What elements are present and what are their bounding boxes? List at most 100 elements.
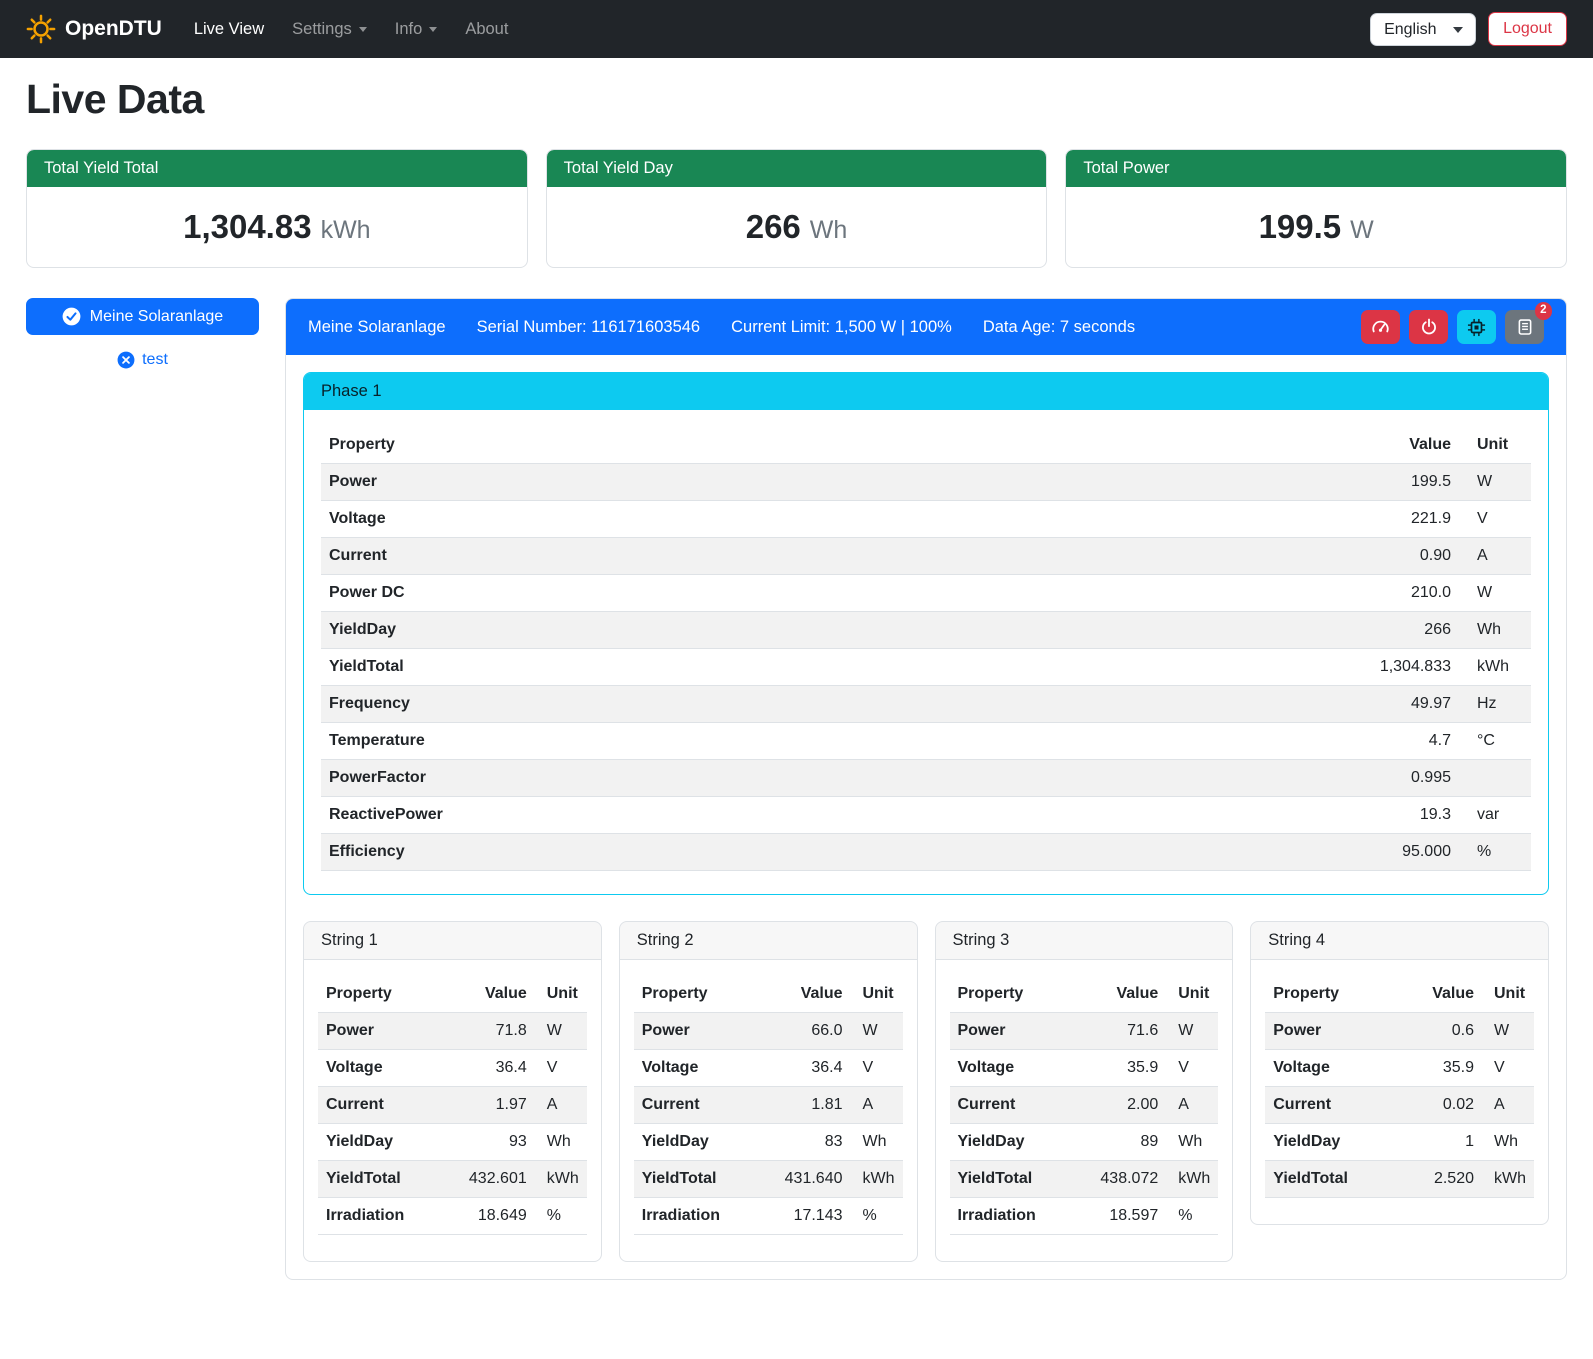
column-header-unit: Unit bbox=[1166, 976, 1218, 1013]
strings-row: String 1 Property Value Unit bbox=[303, 921, 1549, 1262]
cell-value: 0.995 bbox=[1299, 760, 1459, 797]
chevron-down-icon bbox=[359, 27, 367, 32]
table-row: Irradiation18.649% bbox=[318, 1198, 587, 1235]
table-row: Voltage221.9V bbox=[321, 501, 1531, 538]
table-row: Irradiation17.143% bbox=[634, 1198, 903, 1235]
cell-property: Voltage bbox=[1265, 1050, 1406, 1087]
cell-unit: Wh bbox=[851, 1124, 903, 1161]
column-header-property: Property bbox=[321, 427, 1299, 464]
cell-value: 35.9 bbox=[1090, 1050, 1166, 1087]
table-row: Power66.0W bbox=[634, 1013, 903, 1050]
cell-unit: Wh bbox=[1459, 612, 1531, 649]
cell-value: 1.97 bbox=[459, 1087, 535, 1124]
language-select[interactable]: English bbox=[1370, 13, 1476, 46]
inverter-select-button[interactable]: Meine Solaranlage bbox=[26, 298, 259, 335]
power-icon bbox=[1420, 318, 1438, 336]
logout-button[interactable]: Logout bbox=[1488, 12, 1567, 46]
table-row: Temperature4.7°C bbox=[321, 723, 1531, 760]
power-toggle-button[interactable] bbox=[1409, 310, 1448, 344]
cell-property: YieldDay bbox=[321, 612, 1299, 649]
cell-unit: Wh bbox=[1482, 1124, 1534, 1161]
cell-property: Current bbox=[318, 1087, 459, 1124]
nav-item-settings[interactable]: Settings bbox=[278, 12, 381, 47]
cell-unit bbox=[1459, 760, 1531, 797]
table-row: Voltage35.9V bbox=[1265, 1050, 1534, 1087]
cell-value: 66.0 bbox=[775, 1013, 851, 1050]
table-row: YieldTotal438.072kWh bbox=[950, 1161, 1219, 1198]
column-header-value: Value bbox=[1406, 976, 1482, 1013]
table-header-row: Property Value Unit bbox=[318, 976, 587, 1013]
table-row: YieldDay1Wh bbox=[1265, 1124, 1534, 1161]
table-header-row: Property Value Unit bbox=[634, 976, 903, 1013]
inverter-panel-body: Phase 1 Property Value Unit Power199.5WV… bbox=[286, 355, 1566, 1279]
cell-value: 17.143 bbox=[775, 1198, 851, 1235]
inverter-limit: Current Limit: 1,500 W | 100% bbox=[731, 318, 952, 337]
cell-value: 0.6 bbox=[1406, 1013, 1482, 1050]
cell-value: 71.6 bbox=[1090, 1013, 1166, 1050]
inverter-name: Meine Solaranlage bbox=[308, 318, 446, 337]
table-row: PowerFactor0.995 bbox=[321, 760, 1531, 797]
check-circle-icon bbox=[62, 307, 81, 326]
phase-body: Property Value Unit Power199.5WVoltage22… bbox=[304, 410, 1548, 894]
cell-unit: V bbox=[1482, 1050, 1534, 1087]
card-unit: kWh bbox=[321, 216, 371, 244]
cell-value: 2.00 bbox=[1090, 1087, 1166, 1124]
cell-property: YieldTotal bbox=[1265, 1161, 1406, 1198]
string-title: String 4 bbox=[1251, 922, 1548, 960]
event-log-button[interactable]: 2 bbox=[1505, 310, 1544, 344]
cell-property: Power bbox=[318, 1013, 459, 1050]
cell-property: Voltage bbox=[321, 501, 1299, 538]
table-row: Frequency49.97Hz bbox=[321, 686, 1531, 723]
cell-value: 36.4 bbox=[775, 1050, 851, 1087]
nav-item-live-view[interactable]: Live View bbox=[180, 12, 278, 47]
cell-property: Power bbox=[634, 1013, 775, 1050]
column-header-unit: Unit bbox=[1482, 976, 1534, 1013]
cell-unit: % bbox=[1459, 834, 1531, 871]
string-body: Property Value Unit Power0.6WVoltage35.9… bbox=[1251, 960, 1548, 1224]
cell-unit: V bbox=[1459, 501, 1531, 538]
nav-item-about[interactable]: About bbox=[451, 12, 522, 47]
total-yield-total-card: Total Yield Total 1,304.83kWh bbox=[26, 149, 528, 268]
table-row: Efficiency95.000% bbox=[321, 834, 1531, 871]
speedometer-icon bbox=[1371, 318, 1390, 337]
limit-settings-button[interactable] bbox=[1361, 310, 1400, 344]
string-table: Property Value Unit Power0.6WVoltage35.9… bbox=[1265, 976, 1534, 1198]
table-row: YieldDay93Wh bbox=[318, 1124, 587, 1161]
cell-property: Voltage bbox=[318, 1050, 459, 1087]
cell-unit: A bbox=[1459, 538, 1531, 575]
cell-unit: kWh bbox=[535, 1161, 587, 1198]
string-table: Property Value Unit Power71.6WVoltage35.… bbox=[950, 976, 1219, 1235]
cell-property: Irradiation bbox=[634, 1198, 775, 1235]
cell-property: Voltage bbox=[634, 1050, 775, 1087]
cell-property: YieldDay bbox=[1265, 1124, 1406, 1161]
cell-unit: var bbox=[1459, 797, 1531, 834]
cell-unit: % bbox=[535, 1198, 587, 1235]
table-row: Power199.5W bbox=[321, 464, 1531, 501]
nav-links: Live View Settings Info About bbox=[180, 12, 523, 47]
panel-icon-buttons: 2 bbox=[1361, 310, 1544, 344]
content-row: Meine Solaranlage test Meine Solaranlage… bbox=[26, 298, 1567, 1280]
table-row: Voltage36.4V bbox=[318, 1050, 587, 1087]
cell-value: 266 bbox=[1299, 612, 1459, 649]
cell-value: 0.90 bbox=[1299, 538, 1459, 575]
inverter-select-label: Meine Solaranlage bbox=[90, 308, 223, 326]
device-info-button[interactable] bbox=[1457, 310, 1496, 344]
table-row: Power71.6W bbox=[950, 1013, 1219, 1050]
cell-unit: W bbox=[851, 1013, 903, 1050]
string-1-card: String 1 Property Value Unit bbox=[303, 921, 602, 1262]
cell-value: 71.8 bbox=[459, 1013, 535, 1050]
inverter-panel-header: Meine Solaranlage Serial Number: 1161716… bbox=[286, 299, 1566, 355]
brand-link[interactable]: OpenDTU bbox=[26, 14, 162, 44]
column-header-unit: Unit bbox=[535, 976, 587, 1013]
cell-unit: V bbox=[1166, 1050, 1218, 1087]
string-2-card: String 2 Property Value Unit bbox=[619, 921, 918, 1262]
column-header-property: Property bbox=[1265, 976, 1406, 1013]
inverter-test-button[interactable]: test bbox=[26, 351, 259, 369]
column-header-property: Property bbox=[950, 976, 1091, 1013]
table-row: Irradiation18.597% bbox=[950, 1198, 1219, 1235]
cell-property: YieldDay bbox=[950, 1124, 1091, 1161]
table-row: Current2.00A bbox=[950, 1087, 1219, 1124]
cell-property: Current bbox=[321, 538, 1299, 575]
cpu-chip-icon bbox=[1467, 318, 1486, 337]
nav-item-info[interactable]: Info bbox=[381, 12, 452, 47]
